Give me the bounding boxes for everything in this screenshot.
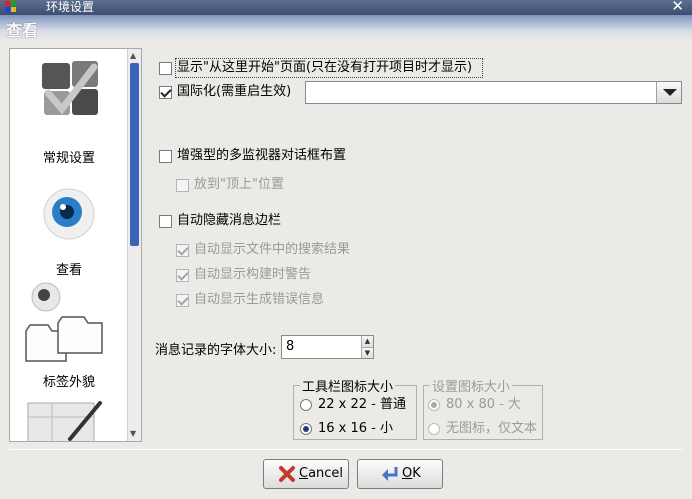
toolbar-size-small-option[interactable]: 16 x 16 - 小: [300, 420, 412, 438]
show-search-checkbox: [176, 244, 189, 257]
ok-button-label: OK: [402, 466, 421, 481]
cancel-button-label: Cancel: [299, 466, 344, 481]
scrollbar-thumb[interactable]: [130, 63, 139, 246]
cancel-icon: [279, 466, 295, 482]
show-start-page-label: 显示"从这里开始"页面(只在没有打开项目时才显示): [177, 60, 473, 75]
settings-size-text-only-label: 无图标，仅文本: [446, 421, 538, 436]
settings-size-large-radio: [428, 399, 440, 411]
toolbar-size-normal-label: 22 x 22 - 普通: [318, 397, 406, 412]
sidebar-item-label: 查看: [55, 263, 82, 278]
autohide-msg-option[interactable]: 自动隐藏消息边栏: [159, 212, 299, 230]
page-title: 查看: [6, 21, 39, 40]
show-build-warn-checkbox: [176, 269, 189, 282]
settings-icon-size-legend: 设置图标大小: [432, 380, 511, 395]
settings-size-large-option: 80 x 80 - 大: [428, 396, 540, 414]
sidebar-item-label: 常规设置: [42, 151, 95, 166]
settings-size-text-only-option: 无图标，仅文本: [428, 420, 540, 438]
place-on-top-option: 放到"顶上"位置: [176, 176, 296, 194]
sidebar-item-general[interactable]: 常规设置: [10, 49, 128, 167]
category-sidebar[interactable]: 常规设置 查看 标签外貌 ▲ ▼: [9, 48, 142, 442]
multi-monitor-checkbox[interactable]: [159, 150, 172, 163]
increment-icon[interactable]: ▲: [361, 336, 373, 347]
show-build-err-checkbox: [176, 294, 189, 307]
settings-size-large-label: 80 x 80 - 大: [446, 397, 521, 412]
page-header: 查看: [0, 15, 692, 41]
sidebar-scrollbar[interactable]: ▲ ▼: [127, 49, 141, 441]
chevron-down-icon[interactable]: [656, 82, 681, 103]
show-search-label: 自动显示文件中的搜索结果: [194, 242, 351, 257]
close-icon[interactable]: ✕: [671, 0, 684, 15]
font-size-value: 8: [286, 339, 295, 354]
ok-button[interactable]: OK: [357, 459, 443, 489]
decrement-icon[interactable]: ▼: [361, 347, 373, 358]
show-start-page-checkbox[interactable]: [159, 62, 172, 75]
toolbar-icon-size-legend: 工具栏图标大小: [302, 380, 394, 395]
window-title: 环境设置: [46, 0, 95, 14]
toolbar-size-normal-radio[interactable]: [300, 399, 312, 411]
enter-icon: [382, 467, 398, 481]
place-on-top-label: 放到"顶上"位置: [194, 177, 284, 192]
settings-size-text-only-radio: [428, 423, 440, 435]
sidebar-item-appearance[interactable]: [10, 397, 128, 441]
show-build-err-option: 自动显示生成错误信息: [176, 291, 346, 309]
autohide-msg-checkbox[interactable]: [159, 215, 172, 228]
language-select[interactable]: [305, 81, 682, 104]
tabs-icon: [25, 282, 103, 362]
i18n-checkbox[interactable]: [159, 86, 172, 99]
show-build-err-label: 自动显示生成错误信息: [194, 292, 325, 307]
show-search-option: 自动显示文件中的搜索结果: [176, 241, 366, 259]
sidebar-item-view[interactable]: 查看: [10, 175, 128, 285]
general-settings-icon: [42, 61, 98, 115]
brush-icon: [27, 401, 102, 441]
font-size-label: 消息记录的字体大小:: [155, 343, 277, 358]
toolbar-size-small-label: 16 x 16 - 小: [318, 421, 393, 436]
cancel-button[interactable]: Cancel: [263, 459, 349, 489]
i18n-label: 国际化(需重启生效): [177, 84, 292, 99]
app-icon: [5, 1, 19, 13]
show-start-page-option[interactable]: 显示"从这里开始"页面(只在没有打开项目时才显示): [159, 58, 489, 78]
show-build-warn-option: 自动显示构建时警告: [176, 266, 336, 284]
dialog-separator: [9, 449, 683, 450]
scroll-down-icon[interactable]: ▼: [130, 429, 136, 438]
title-bar: 环境设置 ✕: [0, 0, 692, 15]
show-build-warn-label: 自动显示构建时警告: [194, 267, 312, 282]
multi-monitor-label: 增强型的多监视器对话框布置: [177, 148, 347, 163]
multi-monitor-option[interactable]: 增强型的多监视器对话框布置: [159, 147, 359, 165]
eye-icon: [43, 188, 95, 240]
i18n-option[interactable]: 国际化(需重启生效): [159, 83, 299, 101]
toolbar-size-small-radio[interactable]: [300, 423, 312, 435]
scroll-up-icon[interactable]: ▲: [130, 51, 136, 60]
sidebar-item-label: 标签外貌: [42, 375, 95, 390]
autohide-msg-label: 自动隐藏消息边栏: [177, 213, 282, 228]
font-size-stepper[interactable]: 8 ▲ ▼: [281, 335, 374, 359]
place-on-top-checkbox: [176, 179, 189, 192]
sidebar-item-tabs[interactable]: 标签外貌: [10, 279, 128, 397]
toolbar-size-normal-option[interactable]: 22 x 22 - 普通: [300, 396, 412, 414]
